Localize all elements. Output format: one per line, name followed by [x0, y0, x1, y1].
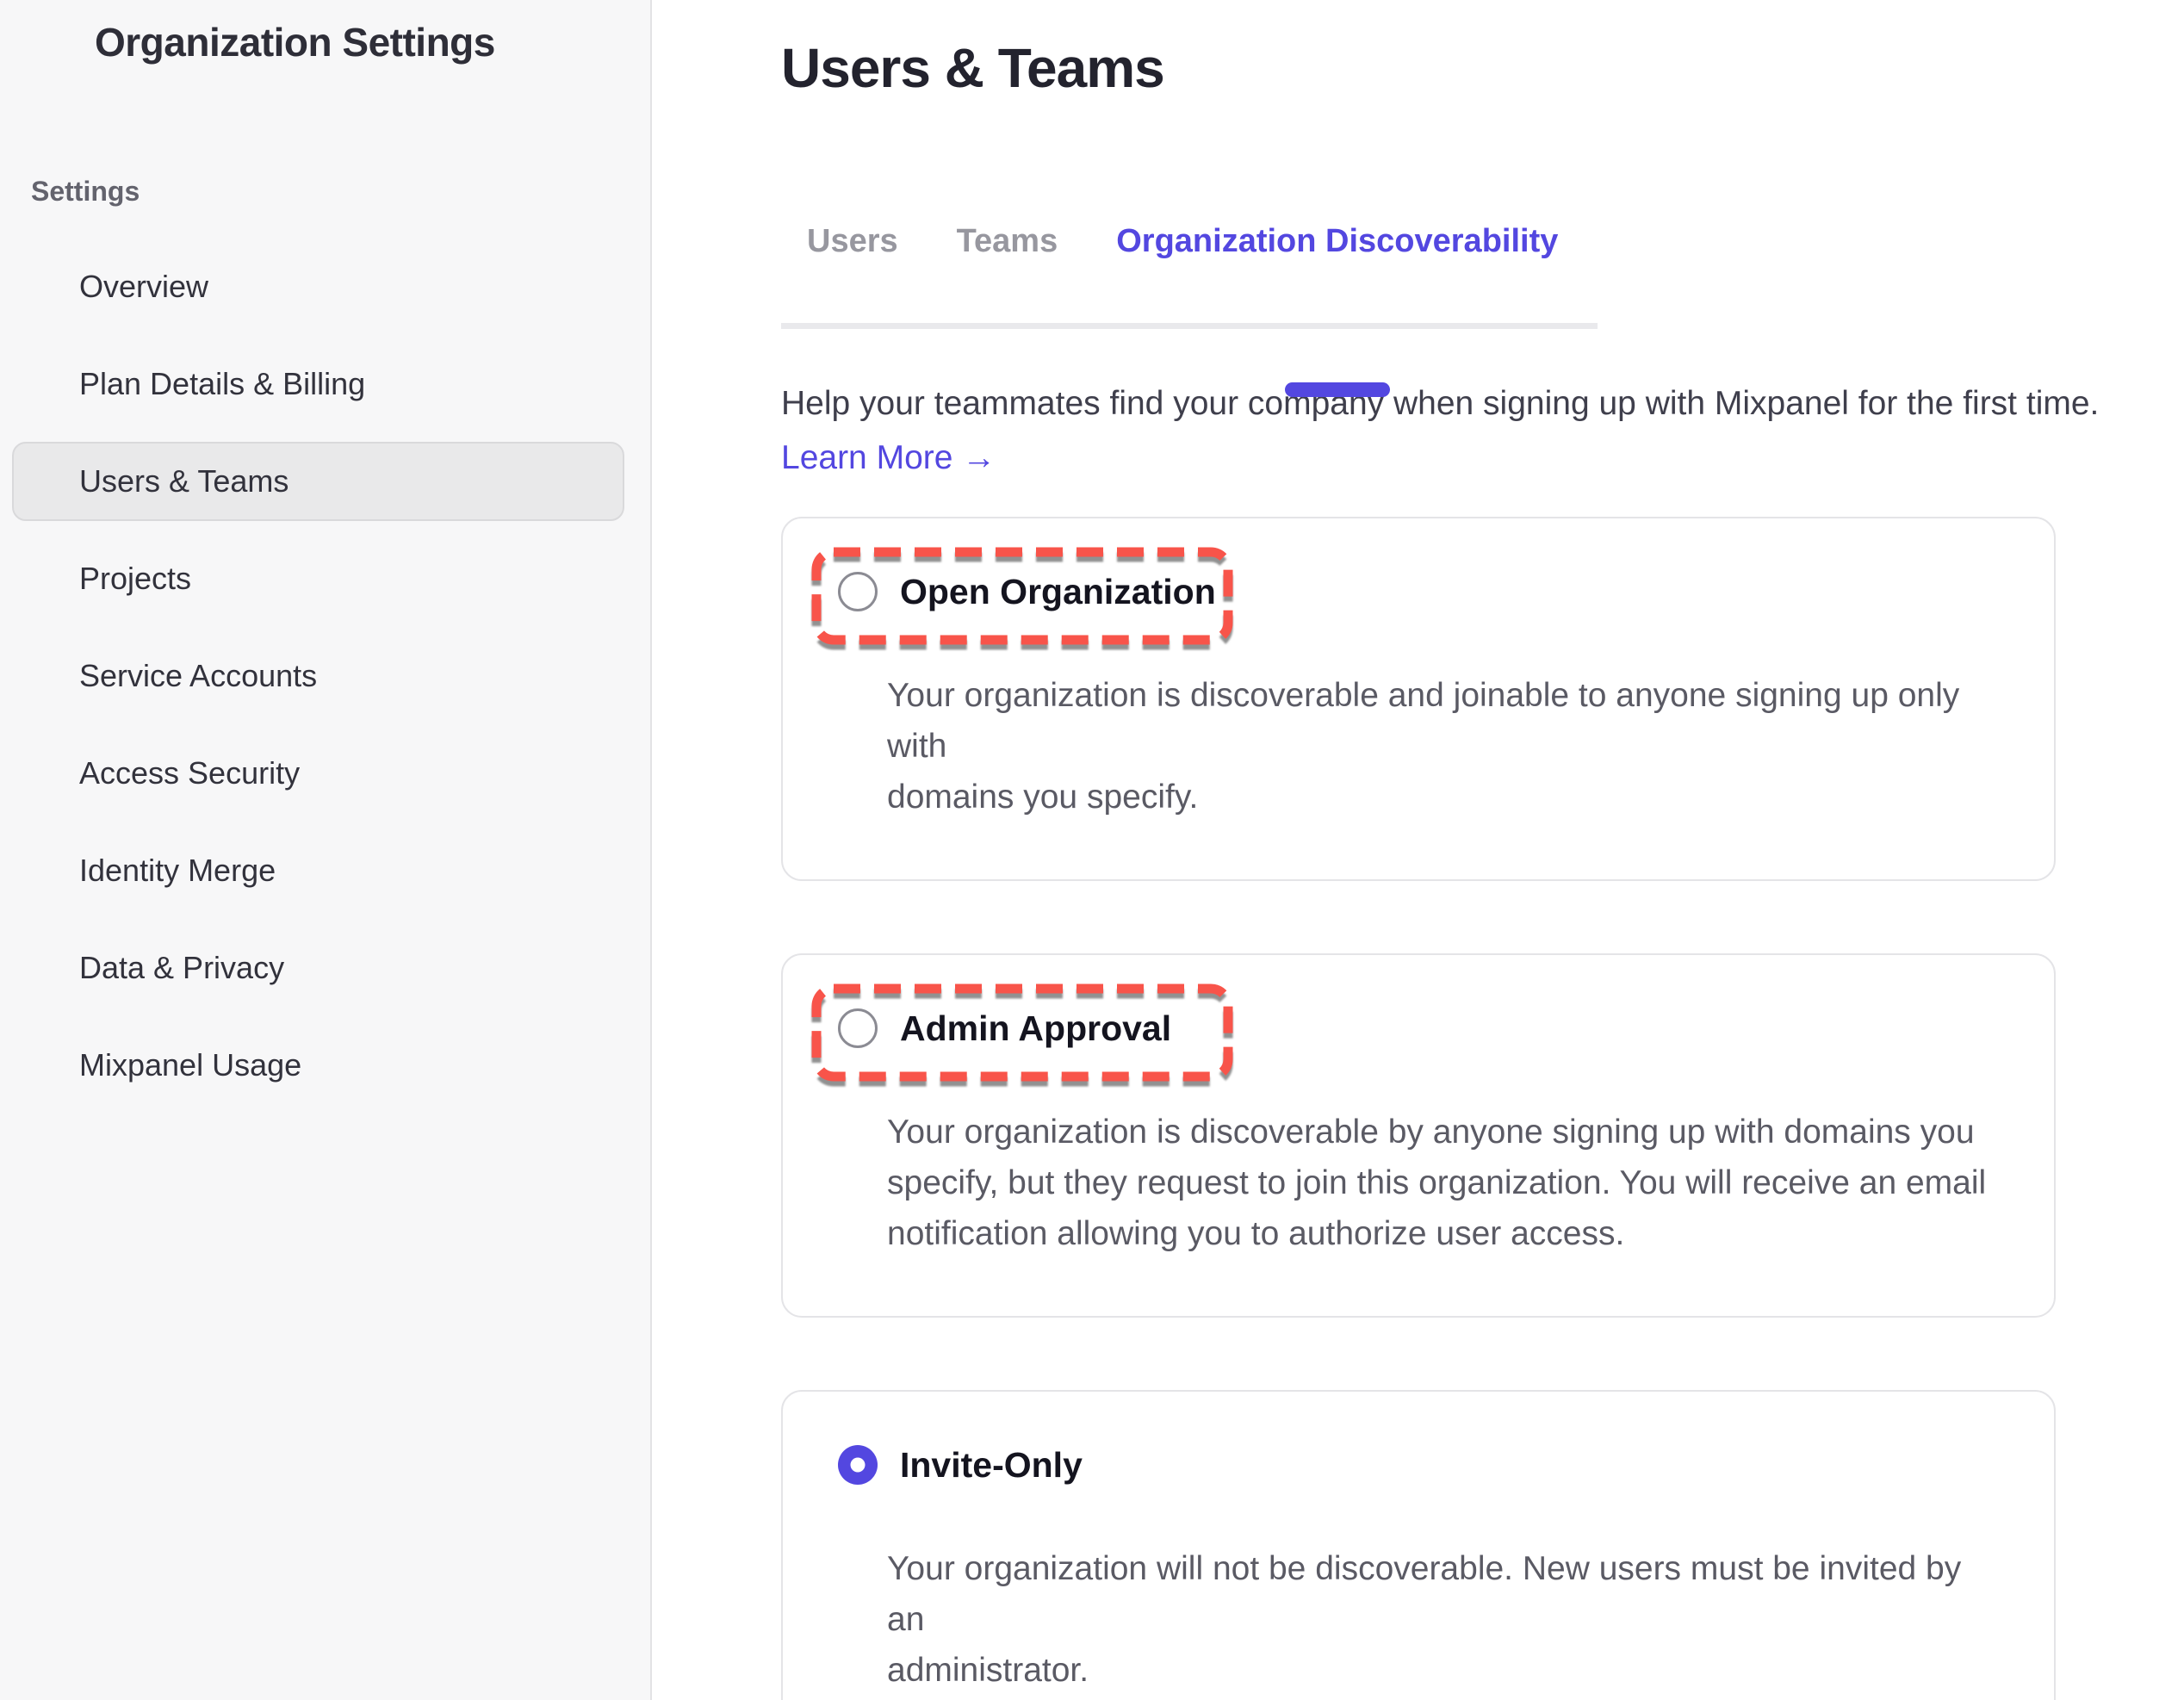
option-card-open-organization: Open Organization Your organization is d… [781, 517, 2056, 881]
option-label-open-organization: Open Organization [900, 572, 1216, 612]
radio-admin-approval[interactable] [838, 1008, 878, 1048]
radio-open-organization[interactable] [838, 572, 878, 611]
tab-bar: Users Teams Organization Discoverability [781, 220, 1598, 329]
option-description-admin-approval: Your organization is discoverable by any… [887, 1107, 1994, 1259]
active-tab-indicator [1285, 382, 1390, 397]
sidebar-item-identity-merge[interactable]: Identity Merge [12, 831, 624, 910]
tab-teams-label: Teams [957, 223, 1058, 259]
option-card-invite-only: Invite-Only Your organization will not b… [781, 1390, 2056, 1700]
option-label-invite-only: Invite-Only [900, 1445, 1083, 1486]
tab-organization-discoverability-label: Organization Discoverability [1116, 223, 1558, 259]
option-head-invite-only: Invite-Only [838, 1443, 1994, 1486]
option-description-open-organization: Your organization is discoverable and jo… [887, 670, 1994, 822]
tab-users[interactable]: Users [807, 220, 898, 323]
option-card-admin-approval: Admin Approval Your organization is disc… [781, 953, 2056, 1318]
organization-settings-page: Organization Settings Settings Overview … [0, 0, 2184, 1700]
option-description-invite-only: Your organization will not be discoverab… [887, 1543, 1994, 1696]
sidebar-item-plan-details-billing[interactable]: Plan Details & Billing [12, 344, 624, 424]
sidebar-item-overview[interactable]: Overview [12, 247, 624, 326]
sidebar-title: Organization Settings [95, 19, 650, 65]
learn-more-link[interactable]: Learn More → [781, 439, 996, 477]
sidebar-item-users-teams[interactable]: Users & Teams [12, 442, 624, 521]
sidebar-item-access-security[interactable]: Access Security [12, 734, 624, 813]
tab-organization-discoverability[interactable]: Organization Discoverability [1116, 220, 1558, 323]
sidebar-item-mixpanel-usage[interactable]: Mixpanel Usage [12, 1026, 624, 1105]
sidebar-item-service-accounts[interactable]: Service Accounts [12, 636, 624, 716]
option-head-open-organization: Open Organization [838, 570, 1994, 613]
sidebar-section-label: Settings [31, 176, 650, 208]
tab-teams[interactable]: Teams [957, 220, 1058, 323]
intro-text: Help your teammates find your company wh… [781, 382, 2184, 425]
page-title: Users & Teams [781, 36, 2184, 100]
radio-invite-only[interactable] [838, 1445, 878, 1485]
sidebar: Organization Settings Settings Overview … [0, 0, 652, 1700]
sidebar-nav: Overview Plan Details & Billing Users & … [0, 247, 650, 1105]
option-label-admin-approval: Admin Approval [900, 1008, 1171, 1049]
tab-users-label: Users [807, 223, 898, 259]
sidebar-item-projects[interactable]: Projects [12, 539, 624, 618]
sidebar-item-data-privacy[interactable]: Data & Privacy [12, 928, 624, 1008]
main-content: Users & Teams Users Teams Organization D… [654, 0, 2184, 1700]
option-head-admin-approval: Admin Approval [838, 1007, 1994, 1050]
